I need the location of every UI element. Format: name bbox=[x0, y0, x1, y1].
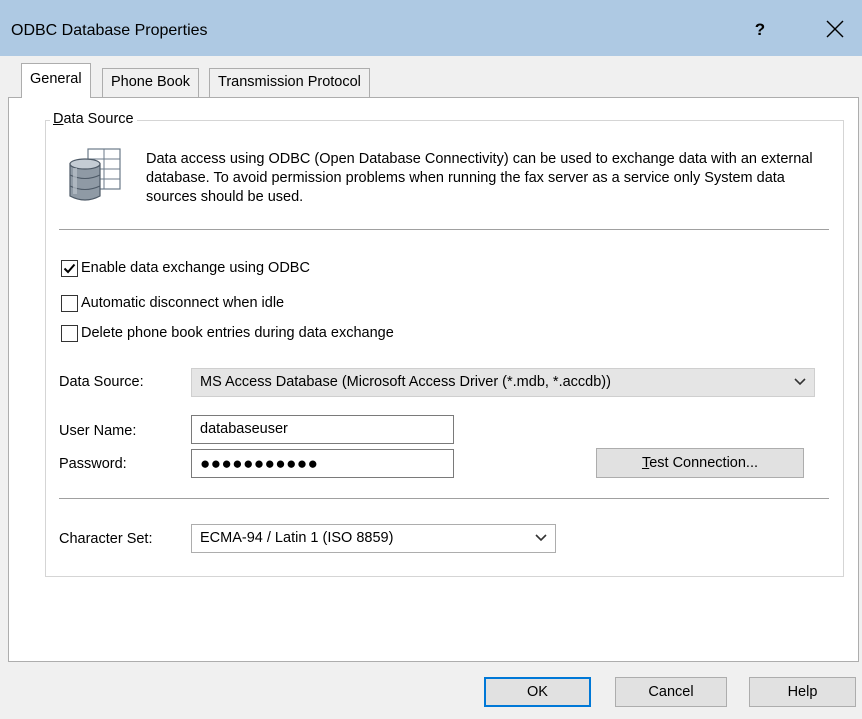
delete-entries-checkbox[interactable] bbox=[61, 324, 78, 342]
checkmark-icon bbox=[63, 263, 76, 273]
auto-disconnect-checkbox[interactable] bbox=[61, 294, 78, 312]
tab-phone-book[interactable]: Phone Book bbox=[102, 68, 200, 97]
help-title-button[interactable]: ? bbox=[748, 16, 772, 44]
delete-entries-label: Delete phone book entries during data ex… bbox=[81, 325, 394, 341]
user-name-input[interactable]: databaseuser bbox=[191, 415, 454, 444]
delete-entries-checkbox-row[interactable]: Delete phone book entries during data ex… bbox=[61, 323, 394, 343]
chevron-down-icon bbox=[794, 378, 806, 386]
character-set-select[interactable]: ECMA-94 / Latin 1 (ISO 8859) bbox=[191, 524, 556, 553]
ok-button[interactable]: OK bbox=[484, 677, 591, 707]
password-input[interactable]: ●●●●●●●●●●● bbox=[191, 449, 454, 478]
cancel-button[interactable]: Cancel bbox=[615, 677, 727, 707]
window-title: ODBC Database Properties bbox=[11, 22, 208, 39]
title-bar: ODBC Database Properties ? bbox=[0, 0, 862, 56]
tab-panel-general: Data Source Data access using ODBC (Open… bbox=[8, 97, 859, 662]
data-source-description: Data access using ODBC (Open Database Co… bbox=[146, 151, 813, 205]
character-set-value: ECMA-94 / Latin 1 (ISO 8859) bbox=[200, 530, 394, 546]
data-source-select[interactable]: MS Access Database (Microsoft Access Dri… bbox=[191, 368, 815, 397]
close-icon bbox=[826, 20, 844, 38]
chevron-down-icon bbox=[535, 534, 547, 542]
auto-disconnect-checkbox-row[interactable]: Automatic disconnect when idle bbox=[61, 293, 284, 313]
close-button[interactable] bbox=[818, 12, 852, 46]
data-source-value: MS Access Database (Microsoft Access Dri… bbox=[200, 374, 611, 390]
separator-top bbox=[59, 229, 829, 230]
data-source-group: Data Source Data access using ODBC (Open… bbox=[45, 111, 844, 577]
character-set-label: Character Set: bbox=[59, 531, 153, 547]
separator-bottom bbox=[59, 498, 829, 499]
enable-odbc-label: Enable data exchange using ODBC bbox=[81, 260, 310, 276]
user-name-label: User Name: bbox=[59, 423, 137, 439]
test-connection-button[interactable]: Test Connection... bbox=[596, 448, 804, 478]
auto-disconnect-label: Automatic disconnect when idle bbox=[81, 295, 285, 311]
tab-transmission-protocol[interactable]: Transmission Protocol bbox=[209, 68, 370, 97]
data-source-label: Data Source: bbox=[59, 374, 144, 390]
enable-odbc-checkbox-row[interactable]: Enable data exchange using ODBC bbox=[61, 258, 310, 278]
help-button[interactable]: Help bbox=[749, 677, 856, 707]
password-label: Password: bbox=[59, 456, 127, 472]
database-icon bbox=[69, 148, 121, 201]
group-legend: Data Source bbox=[50, 111, 137, 127]
tab-general[interactable]: General bbox=[21, 63, 91, 98]
password-mask: ●●●●●●●●●●● bbox=[200, 454, 319, 473]
enable-odbc-checkbox[interactable] bbox=[61, 259, 78, 277]
